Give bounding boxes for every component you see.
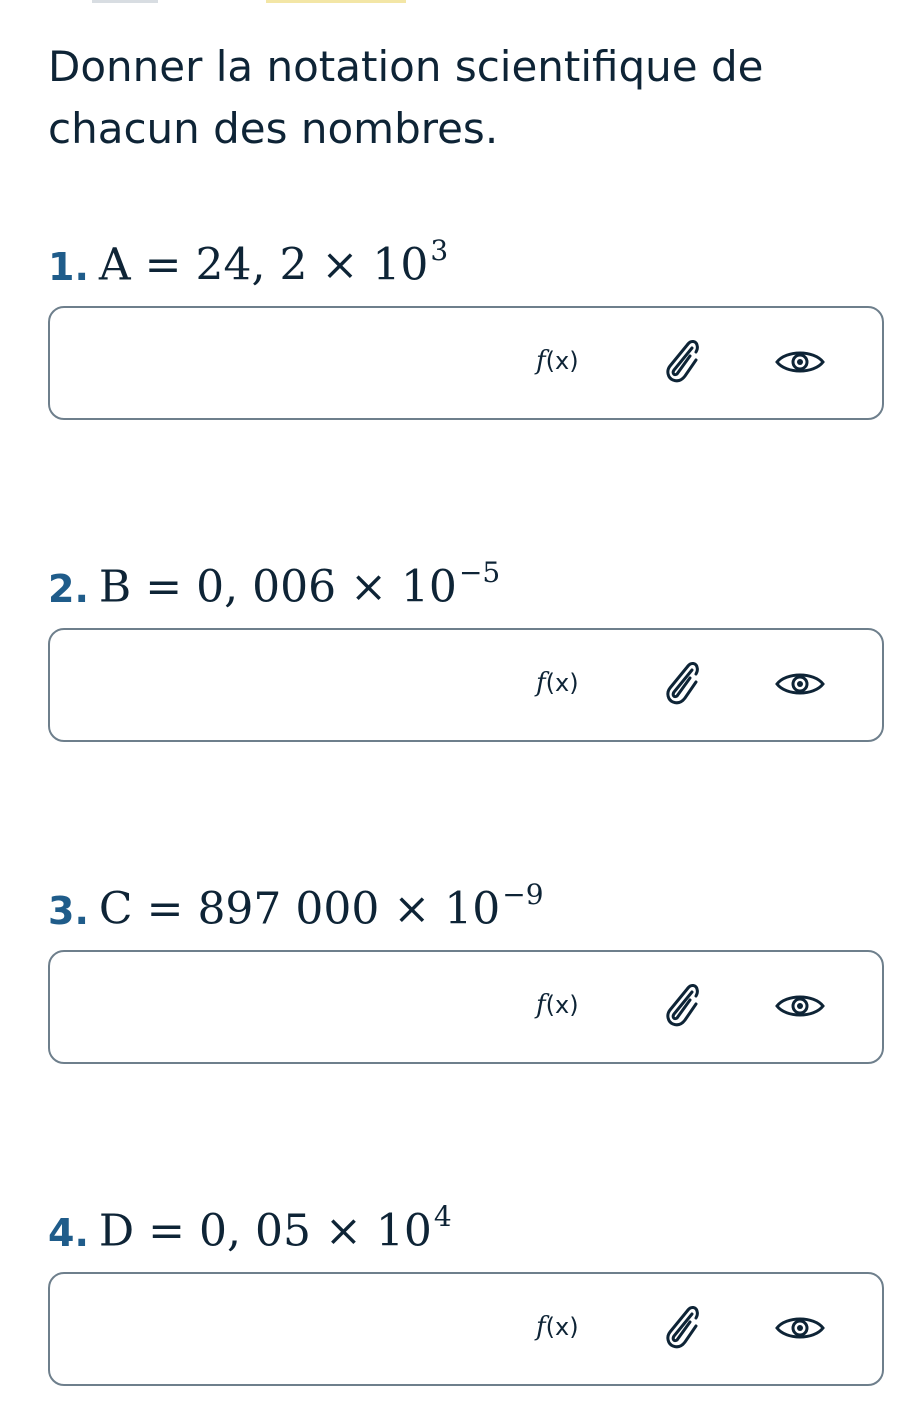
- mantissa: 0, 05: [199, 1205, 312, 1257]
- equals-sign: =: [144, 239, 182, 291]
- progress-segment-active: [266, 0, 406, 3]
- math-expression: A = 24, 2 × 103: [98, 234, 448, 291]
- formula-f: f: [536, 668, 546, 698]
- mantissa: 897 000: [197, 883, 380, 935]
- power-base: 10: [444, 883, 501, 935]
- question-number: 1.: [48, 244, 89, 289]
- math-expression: D = 0, 05 × 104: [98, 1200, 452, 1257]
- formula-button[interactable]: f(x): [536, 668, 579, 698]
- formula-args: (x): [545, 1313, 579, 1341]
- question-label: 4. D = 0, 05 × 104: [48, 1200, 452, 1264]
- power-exponent: 3: [430, 234, 449, 267]
- eye-icon[interactable]: [774, 668, 826, 700]
- formula-f: f: [536, 1312, 546, 1342]
- progress-segment: [92, 0, 158, 3]
- progress-bars: [0, 0, 920, 6]
- times-sign: ×: [325, 1205, 362, 1257]
- equals-sign: =: [148, 1205, 186, 1257]
- question-item: 4. D = 0, 05 × 104 f(x): [48, 1200, 888, 1404]
- question-item: 1. A = 24, 2 × 103 f(x): [48, 234, 888, 438]
- power-exponent: 4: [433, 1200, 452, 1233]
- power-exponent: −9: [502, 878, 544, 911]
- answer-input[interactable]: f(x): [48, 306, 884, 420]
- variable-name: A: [98, 239, 131, 291]
- mantissa: 0, 006: [196, 561, 337, 613]
- answer-input[interactable]: f(x): [48, 1272, 884, 1386]
- paperclip-icon[interactable]: [658, 1302, 702, 1352]
- question-number: 2.: [48, 566, 89, 611]
- question-item: 3. C = 897 000 × 10−9 f(x): [48, 878, 888, 1082]
- paperclip-icon[interactable]: [658, 336, 702, 386]
- question-label: 3. C = 897 000 × 10−9: [48, 878, 544, 942]
- formula-args: (x): [545, 991, 579, 1019]
- answer-input[interactable]: f(x): [48, 950, 884, 1064]
- eye-icon[interactable]: [774, 346, 826, 378]
- power-base: 10: [375, 1205, 432, 1257]
- variable-name: B: [98, 561, 132, 613]
- question-number: 4.: [48, 1210, 89, 1255]
- mantissa: 24, 2: [195, 239, 308, 291]
- eye-icon[interactable]: [774, 990, 826, 1022]
- formula-button[interactable]: f(x): [536, 1312, 579, 1342]
- times-sign: ×: [321, 239, 359, 291]
- exercise-instruction: Donner la notation scientifique de chacu…: [48, 42, 764, 153]
- paperclip-icon[interactable]: [658, 980, 702, 1030]
- power-base: 10: [400, 561, 457, 613]
- question-label: 2. B = 0, 006 × 10−5: [48, 556, 500, 620]
- power-exponent: −5: [458, 556, 501, 589]
- math-expression: C = 897 000 × 10−9: [98, 878, 544, 935]
- question-item: 2. B = 0, 006 × 10−5 f(x): [48, 556, 888, 760]
- formula-args: (x): [545, 669, 579, 697]
- question-number: 3.: [48, 888, 89, 933]
- paperclip-icon[interactable]: [658, 658, 702, 708]
- formula-args: (x): [545, 347, 579, 375]
- eye-icon[interactable]: [774, 1312, 826, 1344]
- equals-sign: =: [145, 561, 183, 613]
- variable-name: C: [98, 883, 133, 935]
- times-sign: ×: [393, 883, 431, 935]
- variable-name: D: [98, 1205, 135, 1257]
- power-base: 10: [372, 239, 429, 291]
- formula-f: f: [536, 990, 546, 1020]
- times-sign: ×: [350, 561, 387, 613]
- question-label: 1. A = 24, 2 × 103: [48, 234, 448, 298]
- formula-f: f: [536, 346, 546, 376]
- formula-button[interactable]: f(x): [536, 990, 579, 1020]
- equals-sign: =: [146, 883, 184, 935]
- math-expression: B = 0, 006 × 10−5: [98, 556, 500, 613]
- formula-button[interactable]: f(x): [536, 346, 579, 376]
- answer-input[interactable]: f(x): [48, 628, 884, 742]
